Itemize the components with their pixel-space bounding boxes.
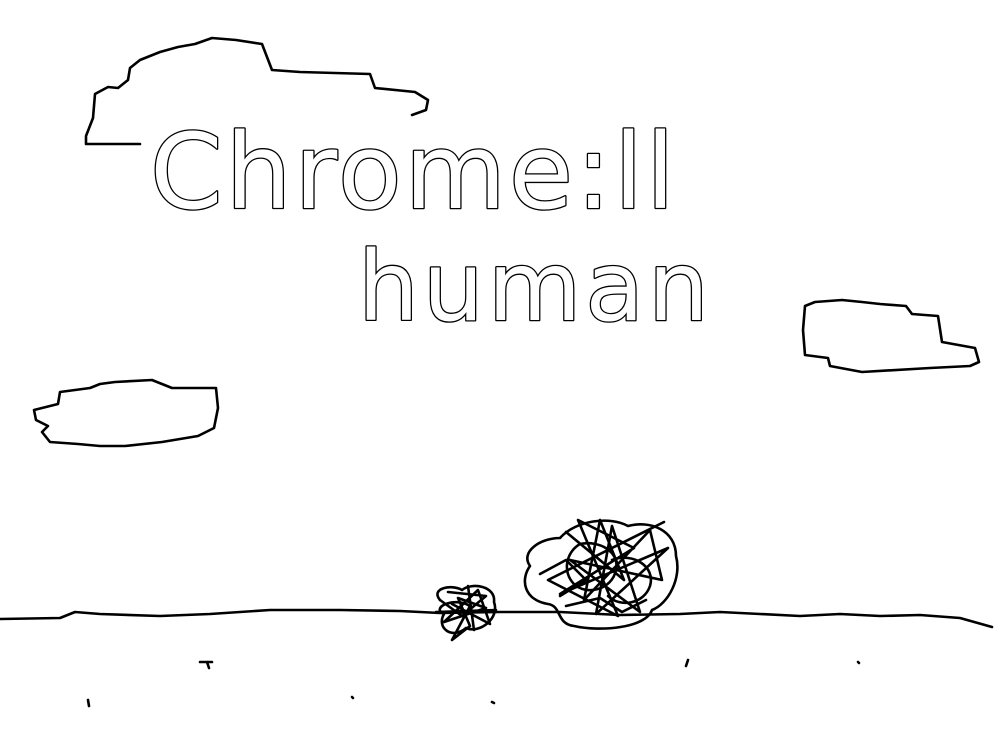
scribble-bush-small	[434, 584, 498, 642]
ground-specks	[86, 658, 861, 708]
cloud-left	[32, 378, 220, 448]
cloud-right	[801, 298, 981, 374]
game-canvas[interactable]: Chrome:ll human	[0, 0, 1000, 750]
game-title-line-2: human	[358, 231, 713, 343]
scene-svg: Chrome:ll human	[0, 36, 994, 708]
game-title-line-1: Chrome:ll	[150, 111, 678, 233]
ground-line	[0, 608, 994, 629]
